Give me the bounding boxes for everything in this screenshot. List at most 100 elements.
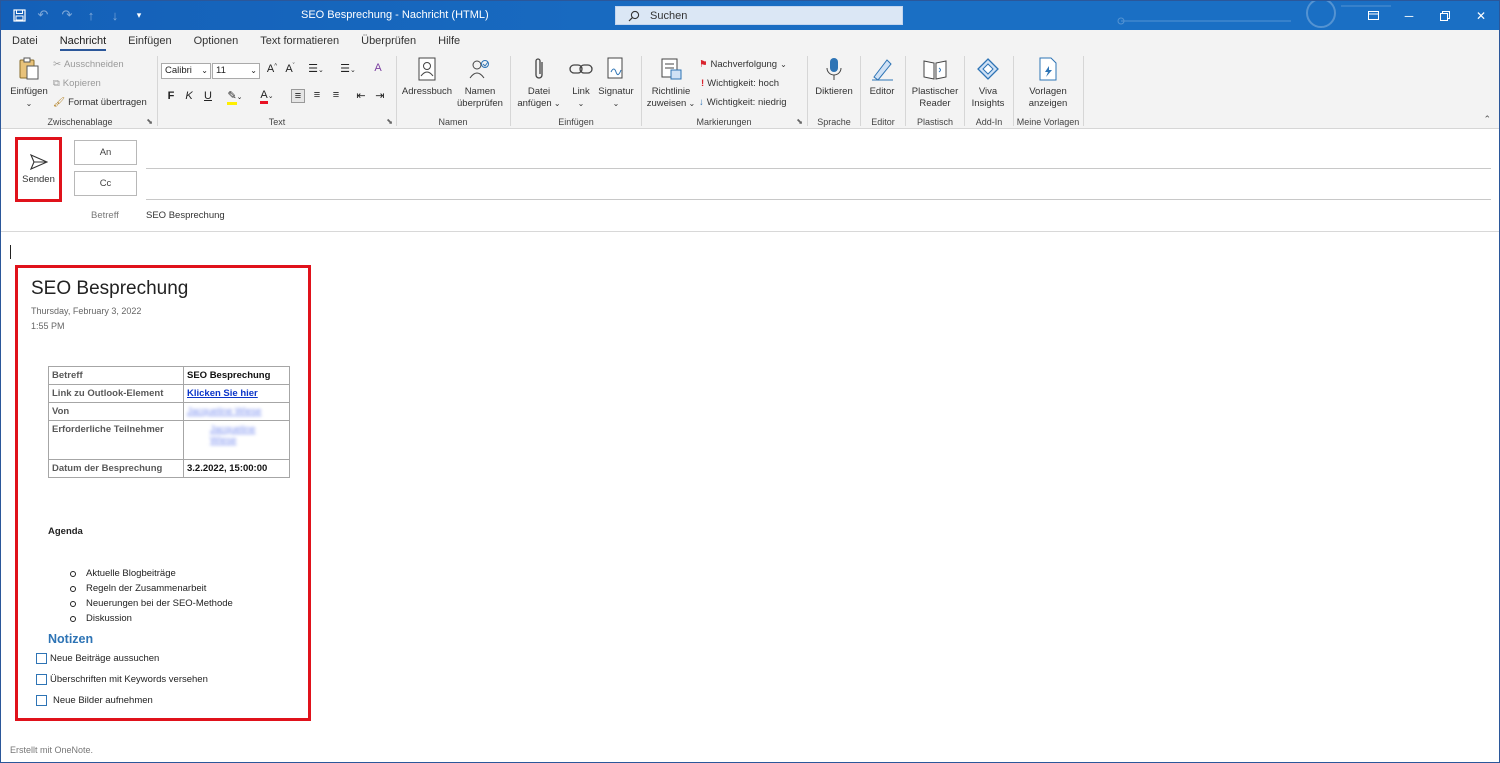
todo-checkbox[interactable] — [36, 695, 47, 706]
view-templates-label-1: Vorlagen — [1029, 86, 1067, 97]
title-decoration — [1117, 1, 1391, 28]
todo-checkbox[interactable] — [36, 674, 47, 685]
immersive-reader-button[interactable]: Plastischer Reader — [909, 56, 961, 110]
editor-button[interactable]: Editor — [862, 56, 902, 98]
dialog-launcher-icon[interactable]: ⬊ — [796, 117, 803, 126]
created-with-onenote: Erstellt mit OneNote. — [10, 745, 94, 755]
list-item: Aktuelle Blogbeiträge — [70, 566, 233, 581]
ribbon-display-options-icon[interactable] — [1355, 1, 1391, 30]
ribbon-separator — [157, 56, 158, 126]
todo-checkbox[interactable] — [36, 653, 47, 664]
font-size-select[interactable]: 11 ⌄ — [212, 63, 260, 79]
address-book-icon — [418, 57, 436, 81]
paste-button[interactable]: Einfügen ⌄ — [7, 56, 51, 110]
font-family-select[interactable]: Calibri ⌄ — [161, 63, 211, 79]
group-label-addin: Add-In — [975, 117, 1003, 127]
check-names-button[interactable]: Namen überprüfen — [454, 56, 506, 110]
subject-field[interactable]: SEO Besprechung — [146, 210, 225, 221]
to-button[interactable]: An — [74, 140, 137, 165]
font-size-value: 11 — [216, 65, 226, 76]
underline-button[interactable]: U — [201, 90, 215, 102]
save-icon[interactable] — [11, 7, 27, 23]
highlight-icon[interactable]: ✎⌄ — [223, 89, 247, 105]
format-painter-icon: 🖌 — [53, 97, 66, 108]
close-icon[interactable]: ✕ — [1463, 1, 1499, 30]
dialog-launcher-icon[interactable]: ⬊ — [386, 117, 393, 126]
restore-icon[interactable] — [1427, 1, 1463, 30]
cc-field[interactable] — [146, 199, 1491, 200]
decrease-indent-icon[interactable]: ⇤ — [354, 89, 368, 102]
format-painter-button[interactable]: 🖌 Format übertragen — [53, 97, 147, 108]
group-voice: Diktieren Sprache — [809, 54, 859, 127]
importance-high-button[interactable]: ! Wichtigkeit: hoch — [701, 78, 779, 89]
minimize-icon[interactable]: ─ — [1391, 1, 1427, 30]
note-title: SEO Besprechung — [31, 278, 189, 299]
address-book-button[interactable]: Adressbuch — [400, 56, 454, 98]
assign-policy-button[interactable]: Richtlinie zuweisen ⌄ — [645, 56, 697, 110]
attendee-link[interactable]: Jacqueline Wiese — [210, 424, 270, 446]
copy-label: Kopieren — [62, 78, 101, 89]
to-field[interactable] — [146, 168, 1491, 169]
italic-button[interactable]: K — [182, 90, 196, 102]
group-text: Calibri ⌄ 11 ⌄ A^ Aˇ ☰⌄ ☰⌄ A F K U ✎⌄ A⌄ ≡… — [159, 54, 395, 127]
copy-button[interactable]: ⧉ Kopieren — [53, 78, 101, 89]
next-item-icon[interactable]: ↓ — [107, 7, 123, 23]
font-color-icon[interactable]: A⌄ — [255, 89, 279, 104]
group-label-templates: Meine Vorlagen — [1016, 117, 1080, 127]
search-input[interactable]: Suchen — [615, 6, 903, 25]
tab-hilfe[interactable]: Hilfe — [438, 30, 471, 52]
group-label-voice: Sprache — [817, 117, 851, 127]
shrink-font-icon[interactable]: Aˇ — [283, 63, 297, 75]
align-center-icon[interactable]: ≡ — [310, 89, 324, 101]
collapse-ribbon-icon[interactable]: ⌃ — [1483, 114, 1491, 125]
undo-icon[interactable]: ↶ — [35, 7, 51, 23]
send-button[interactable]: Senden — [15, 137, 62, 202]
align-right-icon[interactable]: ≡ — [329, 89, 343, 101]
tab-optionen[interactable]: Optionen — [194, 30, 250, 52]
importance-low-button[interactable]: ↓ Wichtigkeit: niedrig — [699, 97, 786, 108]
customize-qat-icon[interactable]: ▾ — [131, 7, 147, 23]
table-key: Von — [48, 402, 184, 421]
tab-einfuegen[interactable]: Einfügen — [128, 30, 182, 52]
exclamation-icon: ! — [701, 78, 705, 89]
viva-insights-button[interactable]: Viva Insights — [966, 56, 1010, 110]
redo-icon[interactable]: ↷ — [59, 7, 75, 23]
cc-button[interactable]: Cc — [74, 171, 137, 196]
table-value: SEO Besprechung — [183, 366, 290, 385]
ribbon-separator — [396, 56, 397, 126]
table-row: Datum der Besprechung 3.2.2022, 15:00:00 — [48, 459, 290, 478]
bold-button[interactable]: F — [164, 90, 178, 102]
cut-button[interactable]: ✂ Ausschneiden — [53, 59, 124, 70]
attach-file-label-1: Datei — [527, 86, 551, 97]
signature-label: Signatur — [598, 86, 634, 97]
attach-file-button[interactable]: Datei anfügen ⌄ — [514, 56, 564, 110]
grow-font-icon[interactable]: A^ — [265, 63, 279, 75]
tab-ueberpruefen[interactable]: Überprüfen — [361, 30, 427, 52]
link-button[interactable]: Link ⌄ — [566, 56, 596, 110]
tab-text-formatieren[interactable]: Text formatieren — [260, 30, 350, 52]
bullets-icon[interactable]: ☰⌄ — [305, 62, 327, 75]
align-left-icon[interactable]: ≡ — [291, 89, 305, 103]
increase-indent-icon[interactable]: ⇥ — [373, 89, 387, 102]
signature-button[interactable]: Signatur ⌄ — [596, 56, 636, 110]
table-value: Klicken Sie hier — [183, 384, 290, 403]
check-names-label-2: überprüfen — [457, 98, 503, 109]
dialog-launcher-icon[interactable]: ⬊ — [146, 117, 153, 126]
window-title: SEO Besprechung - Nachricht (HTML) — [301, 9, 489, 21]
tab-datei[interactable]: Datei — [12, 30, 49, 52]
sender-link[interactable]: Jacqueline Wiese — [187, 406, 261, 417]
notes-heading: Notizen — [48, 632, 94, 646]
outlook-item-link[interactable]: Klicken Sie hier — [187, 388, 258, 399]
table-value: 3.2.2022, 15:00:00 — [183, 459, 290, 478]
view-templates-button[interactable]: Vorlagen anzeigen — [1018, 56, 1078, 110]
table-key: Erforderliche Teilnehmer — [48, 420, 184, 460]
clear-formatting-icon[interactable]: A — [371, 62, 385, 74]
group-templates: Vorlagen anzeigen Meine Vorlagen — [1014, 54, 1082, 127]
numbering-icon[interactable]: ☰⌄ — [337, 62, 359, 75]
followup-button[interactable]: ⚑ Nachverfolgung ⌄ — [699, 59, 787, 70]
dictate-button[interactable]: Diktieren — [811, 56, 857, 98]
tab-nachricht[interactable]: Nachricht — [59, 30, 117, 52]
paperclip-icon — [535, 58, 543, 79]
previous-item-icon[interactable]: ↑ — [83, 7, 99, 23]
immersive-reader-label-2: Reader — [919, 98, 951, 109]
